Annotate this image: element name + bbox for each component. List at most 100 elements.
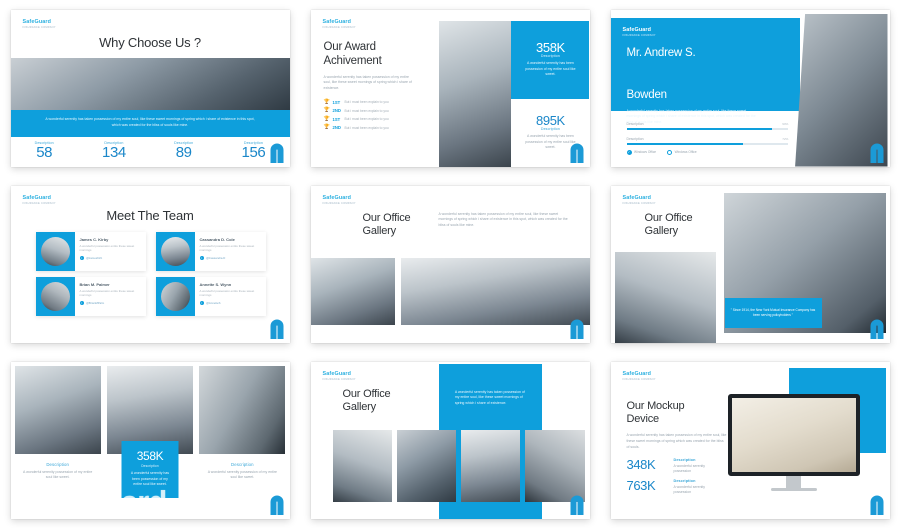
page-title-wrap: Why Choose Us ? bbox=[11, 35, 290, 51]
page-title-line2: Gallery bbox=[342, 400, 377, 413]
corner-hook-icon bbox=[867, 495, 884, 515]
stat-item: 348K Description A wonderful serenity po… bbox=[627, 458, 744, 475]
slide-gallery-grid: SafeGuard INSURANCE COMPANY Why Choose U… bbox=[0, 0, 900, 528]
award-rank: 1ST bbox=[332, 99, 341, 105]
stat-value: 134 bbox=[102, 143, 126, 161]
team-member-card[interactable]: Cassandra D. Cole A wonderful possession… bbox=[155, 231, 266, 271]
monitor-mockup bbox=[727, 393, 860, 491]
list-item: 🏆 2ND But i must been explain to you bbox=[324, 125, 439, 131]
team-member-card[interactable]: James C. Kirby A wonderful possession en… bbox=[35, 231, 146, 271]
stat-label: Description bbox=[673, 458, 696, 463]
page-title-line1: Our Mockup bbox=[626, 399, 685, 412]
gallery-header: Our Office Gallery A wonderful serenity … bbox=[363, 212, 573, 239]
member-name: Cassandra D. Cole bbox=[199, 236, 235, 242]
brand-logo: SafeGuard INSURANCE COMPANY bbox=[622, 27, 656, 38]
slide-our-office-gallery-1[interactable]: SafeGuard INSURANCE COMPANY Our Office G… bbox=[310, 185, 590, 343]
circle-outline-icon bbox=[667, 149, 673, 155]
page-title-line1: Our Office bbox=[362, 211, 411, 224]
page-title-line2: Gallery bbox=[644, 224, 679, 237]
brand-name: SafeGuard bbox=[322, 194, 352, 201]
stat-value: 89 bbox=[175, 143, 192, 161]
member-photo-frame bbox=[155, 276, 195, 316]
page-title-line1: Our Office bbox=[644, 211, 693, 224]
team-member-card[interactable]: Annette S. Wynn A wonderful possession e… bbox=[155, 276, 266, 316]
brand-logo: SafeGuard INSURANCE COMPANY bbox=[322, 18, 356, 30]
award-rank: 2ND bbox=[332, 125, 341, 131]
corner-hook-icon bbox=[267, 143, 284, 163]
legend-label: Windows Office bbox=[634, 150, 657, 154]
corner-hook-icon bbox=[567, 319, 584, 339]
member-handle-row[interactable]: t @BrianMPalm bbox=[79, 300, 142, 306]
brand-logo: SafeGuard INSURANCE COMPANY bbox=[322, 370, 356, 382]
member-handle: @BrianMPalm bbox=[86, 300, 105, 305]
mockup-text-column: Our Mockup Device A wonderful serenity h… bbox=[627, 400, 744, 500]
award-rank: 2ND bbox=[332, 108, 341, 114]
team-member-card[interactable]: Brian M. Palmer A wonderful possession e… bbox=[35, 276, 146, 316]
corner-hook-icon bbox=[867, 143, 884, 163]
slide-our-mockup-device[interactable]: SafeGuard INSURANCE COMPANY Our Mockup D… bbox=[610, 361, 890, 519]
gallery-image bbox=[525, 429, 585, 502]
slide-why-choose-us[interactable]: SafeGuard INSURANCE COMPANY Why Choose U… bbox=[10, 9, 290, 167]
screen-image bbox=[731, 397, 856, 472]
slide-mr-andrew-s-bowden[interactable]: SafeGuard INSURANCE COMPANY Mr. Andrew S… bbox=[610, 9, 890, 167]
member-handle-row[interactable]: t @AnnetteS bbox=[199, 300, 262, 306]
legend-item: ✓ Windows Office bbox=[626, 149, 657, 155]
slide-cell-3: SafeGuard INSURANCE COMPANY Mr. Andrew S… bbox=[600, 0, 900, 176]
member-name: Brian M. Palmer bbox=[79, 281, 110, 287]
member-photo-frame bbox=[35, 276, 75, 316]
caption-label: Description bbox=[231, 461, 254, 467]
slide-meet-the-team[interactable]: SafeGuard INSURANCE COMPANY Meet The Tea… bbox=[10, 185, 290, 343]
member-handle: @Cassandra.D bbox=[206, 255, 226, 260]
page-title-line2: Achivement bbox=[323, 54, 382, 67]
slide-gallery-stats[interactable]: Description A wonderful serenity possess… bbox=[10, 361, 290, 519]
stat-item: Description 89 bbox=[174, 141, 193, 160]
slide-cell-5: SafeGuard INSURANCE COMPANY Our Office G… bbox=[300, 176, 600, 352]
brand-tagline: INSURANCE COMPANY bbox=[322, 377, 356, 381]
gallery-images bbox=[332, 429, 585, 502]
brand-name: SafeGuard bbox=[22, 18, 52, 25]
brand-name: SafeGuard bbox=[322, 18, 352, 25]
member-photo-frame bbox=[155, 231, 195, 271]
twitter-icon: t bbox=[199, 300, 205, 306]
team-grid: James C. Kirby A wonderful possession en… bbox=[35, 231, 266, 316]
gallery-image-small bbox=[614, 251, 716, 343]
body-text: A wonderful serenity has taken possessio… bbox=[323, 74, 412, 90]
brand-name: SafeGuard bbox=[322, 370, 352, 377]
list-item: 🏆 1ST But i must been explain to you bbox=[324, 116, 439, 122]
corner-hook-icon bbox=[267, 319, 284, 339]
member-handle-row[interactable]: t @JamesKirb bbox=[79, 255, 142, 261]
avatar bbox=[160, 236, 190, 266]
gallery-images bbox=[310, 257, 590, 325]
slide-cell-9: SafeGuard INSURANCE COMPANY Our Mockup D… bbox=[600, 352, 900, 528]
member-role: A wonderful possession entire these swee… bbox=[79, 288, 135, 298]
stat-value: 895K bbox=[536, 113, 565, 129]
gallery-image bbox=[461, 429, 521, 502]
twitter-icon: t bbox=[199, 255, 205, 261]
stat-body: A wonderful serenity possession bbox=[673, 484, 706, 495]
brand-name: SafeGuard bbox=[622, 194, 652, 201]
monitor-neck bbox=[786, 475, 802, 488]
brand-tagline: INSURANCE COMPANY bbox=[622, 33, 656, 37]
caption: Description A wonderful serenity possess… bbox=[199, 454, 285, 481]
member-handle-row[interactable]: t @Cassandra.D bbox=[199, 255, 262, 261]
slide-our-office-gallery-3[interactable]: SafeGuard INSURANCE COMPANY A wonderful … bbox=[310, 361, 590, 519]
stat-value: 763K bbox=[626, 478, 656, 494]
stat-value: 358K bbox=[536, 40, 565, 56]
blue-body-band: A wonderful serenity has taken possessio… bbox=[10, 109, 290, 137]
page-title: Why Choose Us ? bbox=[99, 34, 201, 50]
legend-item: Windows Office bbox=[667, 149, 697, 155]
stat-body: A wonderful serenity possession bbox=[673, 463, 706, 474]
caption-label: Description bbox=[46, 461, 69, 467]
slide-our-award-achivement[interactable]: SafeGuard INSURANCE COMPANY Our Award Ac… bbox=[310, 9, 590, 167]
stat-label: Description bbox=[141, 464, 159, 469]
gallery-image bbox=[310, 257, 395, 325]
trophy-icon: 🏆 bbox=[323, 107, 330, 114]
body-text: A wonderful serenity has taken possessio… bbox=[626, 433, 727, 449]
progress-fill bbox=[626, 142, 743, 145]
legend: ✓ Windows Office Windows Office bbox=[626, 149, 697, 155]
slide-our-office-gallery-2[interactable]: SafeGuard INSURANCE COMPANY Our Office G… bbox=[610, 185, 890, 343]
blue-intro-panel: SafeGuard INSURANCE COMPANY Mr. Andrew S… bbox=[610, 17, 801, 124]
stat-body: A wonderful serenity has been possession… bbox=[130, 471, 170, 487]
check-circle-icon: ✓ bbox=[626, 149, 632, 155]
progress-fill bbox=[626, 127, 773, 130]
